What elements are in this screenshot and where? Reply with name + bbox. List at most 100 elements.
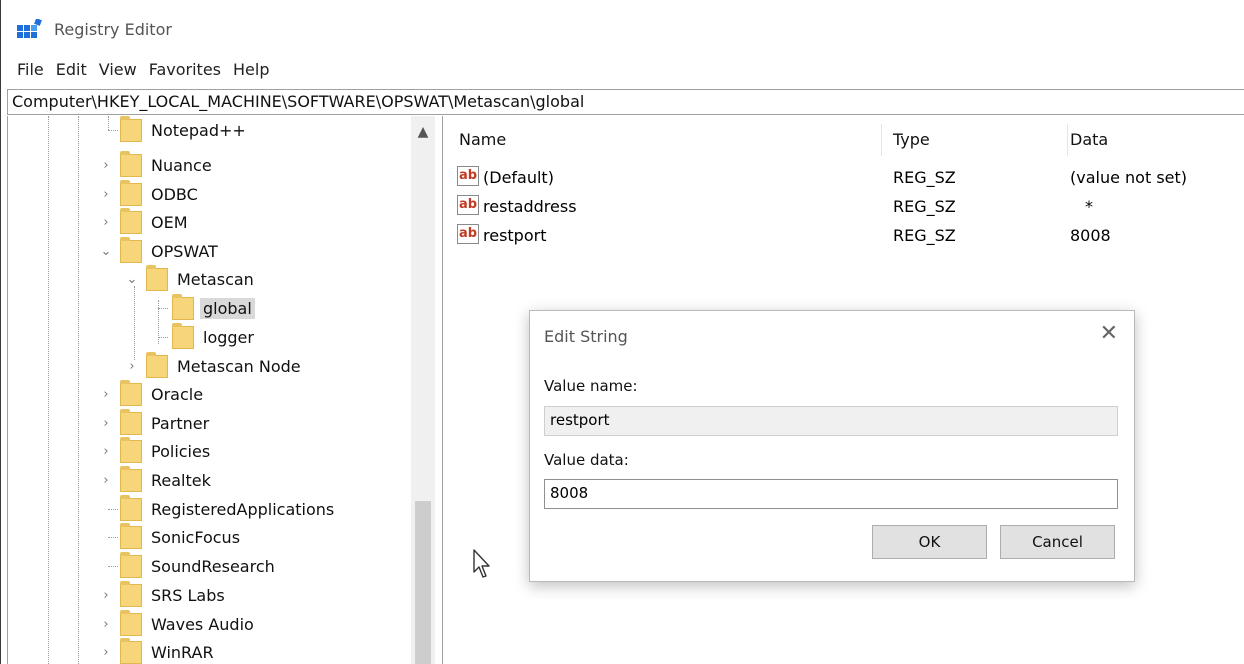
chevron-right-icon[interactable]: ›	[98, 617, 114, 632]
folder-icon	[120, 637, 142, 664]
folder-icon	[120, 580, 142, 607]
dialog-title: Edit String	[544, 327, 628, 346]
tree-item-notepadpp[interactable]: Notepad++	[98, 116, 249, 144]
tree-item-label: SonicFocus	[151, 527, 241, 547]
value-data-label: Value data:	[544, 451, 629, 469]
menu-edit[interactable]: Edit	[50, 57, 93, 83]
tree-item-label: Partner	[151, 413, 210, 433]
chevron-right-icon[interactable]: ›	[98, 444, 114, 459]
string-value-icon: ab	[457, 224, 479, 244]
value-data: *	[1085, 197, 1093, 216]
value-row[interactable]: ab restport REG_SZ 8008	[447, 222, 1244, 250]
tree-item-label: Oracle	[151, 384, 204, 404]
tree-item-policies[interactable]: › Policies	[98, 436, 213, 465]
folder-icon	[120, 522, 142, 549]
value-name-field: restport	[544, 406, 1118, 436]
mouse-pointer-icon	[473, 549, 490, 578]
tree-guide-line	[108, 537, 118, 538]
chevron-right-icon[interactable]: ›	[98, 416, 114, 431]
value-row[interactable]: ab (Default) REG_SZ (value not set)	[447, 164, 1244, 192]
tree-item-oracle[interactable]: › Oracle	[98, 379, 206, 408]
menu-help[interactable]: Help	[227, 57, 275, 83]
tree-item-label: Notepad++	[151, 120, 246, 140]
key-tree[interactable]: Notepad++ › Nuance › ODBC › OEM ⌄ OPSWAT…	[7, 116, 443, 664]
folder-icon	[120, 609, 142, 636]
tree-item-label: OPSWAT	[151, 241, 218, 261]
tree-item-label: Policies	[151, 441, 211, 461]
tree-item-label: Waves Audio	[151, 614, 254, 634]
tree-item-label: global	[200, 297, 255, 319]
menu-view[interactable]: View	[93, 57, 143, 83]
tree-guide-line	[158, 337, 168, 338]
value-data-field[interactable]: 8008	[544, 479, 1118, 509]
tree-item-soundresearch[interactable]: SoundResearch	[120, 551, 278, 580]
value-name: (Default)	[483, 168, 554, 187]
value-type: REG_SZ	[893, 197, 956, 216]
scrollbar-thumb[interactable]	[415, 501, 431, 664]
menu-favorites[interactable]: Favorites	[143, 57, 227, 83]
folder-icon	[120, 379, 142, 406]
chevron-right-icon[interactable]: ›	[98, 473, 114, 488]
tree-item-global[interactable]: global	[172, 293, 255, 322]
value-name: restaddress	[483, 197, 577, 216]
tree-item-label: SRS Labs	[151, 585, 225, 605]
chevron-right-icon[interactable]: ›	[124, 359, 140, 374]
tree-item-registeredapplications[interactable]: RegisteredApplications	[120, 494, 337, 523]
tree-item-label: Nuance	[151, 155, 212, 175]
ok-button[interactable]: OK	[872, 525, 987, 559]
close-icon[interactable]: ✕	[1100, 321, 1118, 346]
chevron-right-icon[interactable]: ›	[98, 387, 114, 402]
tree-item-winrar[interactable]: › WinRAR	[98, 637, 217, 664]
tree-item-logger[interactable]: logger	[172, 322, 257, 351]
registry-editor-window: Registry Editor File Edit View Favorites…	[0, 0, 1244, 664]
tree-item-realtek[interactable]: › Realtek	[98, 465, 214, 494]
value-row[interactable]: ab restaddress REG_SZ *	[447, 193, 1244, 221]
column-separator[interactable]	[881, 124, 882, 156]
column-separator[interactable]	[1067, 124, 1068, 156]
folder-icon	[172, 322, 194, 349]
tree-guide-line	[48, 116, 49, 664]
tree-item-sonicfocus[interactable]: SonicFocus	[120, 522, 243, 551]
tree-item-nuance[interactable]: › Nuance	[98, 150, 215, 179]
value-data: 8008	[1070, 226, 1111, 245]
tree-guide-line	[108, 509, 118, 510]
tree-item-label: WinRAR	[151, 642, 214, 662]
column-header-type[interactable]: Type	[893, 130, 930, 149]
tree-item-label: logger	[203, 327, 254, 347]
folder-icon	[120, 465, 142, 492]
folder-icon	[172, 293, 194, 320]
string-value-icon: ab	[457, 166, 479, 186]
tree-item-metascan-node[interactable]: › Metascan Node	[124, 351, 304, 380]
address-bar[interactable]: Computer\HKEY_LOCAL_MACHINE\SOFTWARE\OPS…	[7, 89, 1244, 115]
column-header-name[interactable]: Name	[459, 130, 506, 149]
cancel-button[interactable]: Cancel	[1000, 525, 1115, 559]
folder-icon	[120, 436, 142, 463]
column-header-data[interactable]: Data	[1070, 130, 1108, 149]
chevron-right-icon[interactable]: ›	[98, 215, 114, 230]
folder-icon	[120, 494, 142, 521]
folder-icon	[120, 116, 142, 142]
tree-item-label: RegisteredApplications	[151, 499, 335, 519]
chevron-down-icon[interactable]: ⌄	[98, 244, 114, 259]
folder-icon	[120, 179, 142, 206]
folder-icon	[120, 207, 142, 234]
tree-item-odbc[interactable]: › ODBC	[98, 179, 201, 208]
chevron-right-icon[interactable]: ›	[98, 588, 114, 603]
tree-item-srs-labs[interactable]: › SRS Labs	[98, 580, 228, 609]
folder-icon	[120, 551, 142, 578]
chevron-right-icon[interactable]: ›	[98, 187, 114, 202]
chevron-right-icon[interactable]: ›	[98, 158, 114, 173]
tree-item-label: SoundResearch	[151, 556, 275, 576]
tree-item-waves-audio[interactable]: › Waves Audio	[98, 609, 257, 638]
tree-item-oem[interactable]: › OEM	[98, 207, 191, 236]
tree-scrollbar[interactable]: ▲	[411, 116, 435, 664]
chevron-right-icon[interactable]: ›	[98, 645, 114, 660]
menu-file[interactable]: File	[1, 57, 50, 83]
edit-string-dialog: Edit String ✕ Value name: restport Value…	[529, 310, 1135, 582]
tree-item-opswat[interactable]: ⌄ OPSWAT	[98, 236, 221, 265]
scroll-up-arrow-icon[interactable]: ▲	[411, 124, 435, 140]
tree-item-metascan[interactable]: ⌄ Metascan	[124, 264, 257, 293]
tree-item-partner[interactable]: › Partner	[98, 408, 212, 437]
tree-guide-line	[108, 566, 118, 567]
chevron-down-icon[interactable]: ⌄	[124, 272, 140, 287]
